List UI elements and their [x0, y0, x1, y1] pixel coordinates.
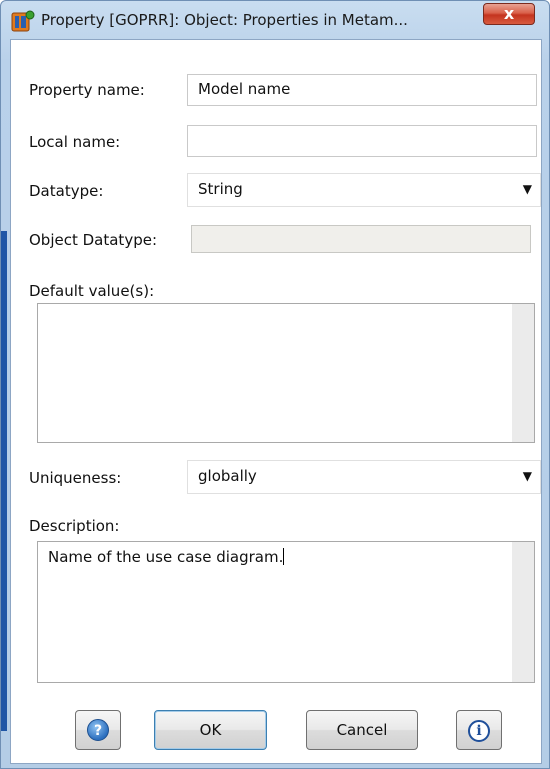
ok-button[interactable]: OK: [154, 710, 267, 750]
uniqueness-label: Uniqueness:: [29, 469, 122, 487]
local-name-input[interactable]: [187, 125, 537, 157]
default-values-scrollbar[interactable]: [512, 304, 534, 442]
info-icon: i: [468, 720, 490, 742]
info-button[interactable]: i: [456, 710, 502, 750]
datatype-value: String: [198, 180, 243, 198]
chevron-down-icon: ▼: [522, 182, 532, 196]
dialog-window: Property [GOPRR]: Object: Properties in …: [0, 0, 550, 769]
property-name-input[interactable]: Model name: [187, 74, 537, 106]
title-bar[interactable]: Property [GOPRR]: Object: Properties in …: [1, 1, 549, 39]
property-name-label: Property name:: [29, 81, 145, 99]
help-icon: ?: [87, 719, 109, 741]
left-accent-bar: [1, 231, 7, 731]
object-datatype-label: Object Datatype:: [29, 231, 157, 249]
object-datatype-input: [191, 225, 531, 253]
datatype-label: Datatype:: [29, 182, 104, 200]
uniqueness-value: globally: [198, 467, 257, 485]
default-values-label: Default value(s):: [29, 282, 155, 300]
description-label: Description:: [29, 517, 120, 535]
app-icon: [11, 10, 35, 32]
close-button[interactable]: x: [483, 3, 535, 25]
cancel-button[interactable]: Cancel: [306, 710, 418, 750]
window-title: Property [GOPRR]: Object: Properties in …: [41, 11, 408, 29]
description-text: Name of the use case diagram.: [48, 548, 285, 566]
uniqueness-select[interactable]: globally ▼: [187, 460, 541, 494]
description-scrollbar[interactable]: [512, 542, 534, 682]
datatype-select[interactable]: String ▼: [187, 173, 541, 207]
default-values-textarea[interactable]: [37, 303, 535, 443]
chevron-down-icon: ▼: [522, 469, 532, 483]
help-button[interactable]: ?: [75, 710, 121, 750]
description-textarea[interactable]: Name of the use case diagram.: [37, 541, 535, 683]
local-name-label: Local name:: [29, 133, 121, 151]
text-caret: [283, 548, 285, 565]
